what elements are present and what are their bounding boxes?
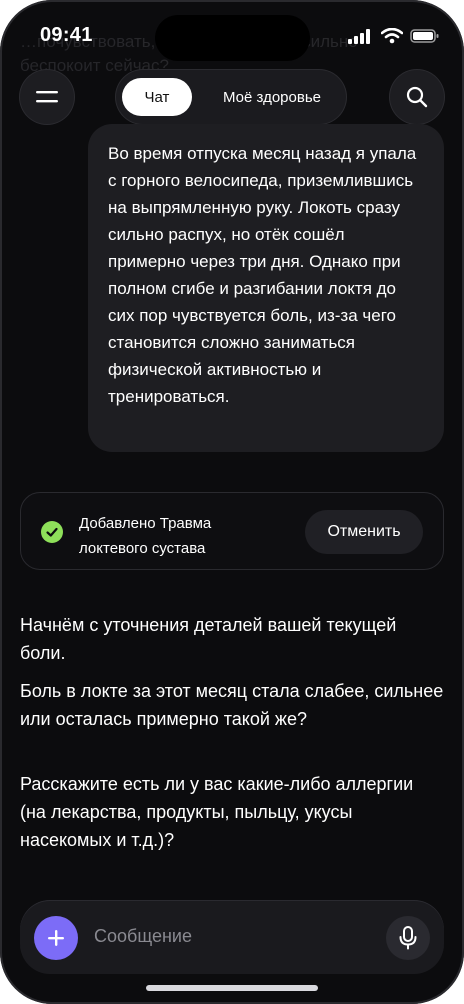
microphone-icon <box>399 926 417 950</box>
assistant-question-pain: Боль в локте за этот месяц стала слабее,… <box>20 681 444 729</box>
home-indicator[interactable] <box>146 985 318 991</box>
dynamic-island <box>155 15 310 61</box>
wifi-icon <box>381 28 403 44</box>
added-condition-card: Добавлено Травма локтевого сустава Отмен… <box>20 492 444 570</box>
added-condition-text: Добавлено Травма локтевого сустава <box>79 515 212 557</box>
tab-my-health[interactable]: Моё здоровье <box>202 78 342 116</box>
assistant-question-allergies: Расскажите есть ли у вас какие-либо алле… <box>20 774 414 850</box>
microphone-button[interactable] <box>386 916 430 960</box>
menu-button[interactable] <box>20 70 74 124</box>
check-icon <box>41 521 63 543</box>
search-button[interactable] <box>390 70 444 124</box>
signal-icon <box>348 29 370 44</box>
assistant-message-intro: Начнём с уточнения деталей вашей текущей… <box>20 615 397 663</box>
menu-icon <box>36 91 58 103</box>
message-input[interactable]: Сообщение <box>94 926 192 947</box>
cancel-button[interactable]: Отменить <box>305 510 423 554</box>
status-icons <box>348 28 440 44</box>
battery-icon <box>410 29 439 43</box>
user-message-bubble: Во время отпуска месяц назад я упала с г… <box>88 124 444 452</box>
message-composer: Сообщение <box>20 900 444 974</box>
status-time: 09:41 <box>40 24 93 46</box>
phone-screen: …почувствовать, что она как будто сильно… <box>0 0 464 1004</box>
tab-chat[interactable]: Чат <box>122 78 192 116</box>
tab-switcher: Чат Моё здоровье <box>116 70 346 124</box>
search-icon <box>406 86 428 108</box>
add-attachment-button[interactable] <box>34 916 78 960</box>
plus-icon <box>48 930 64 946</box>
